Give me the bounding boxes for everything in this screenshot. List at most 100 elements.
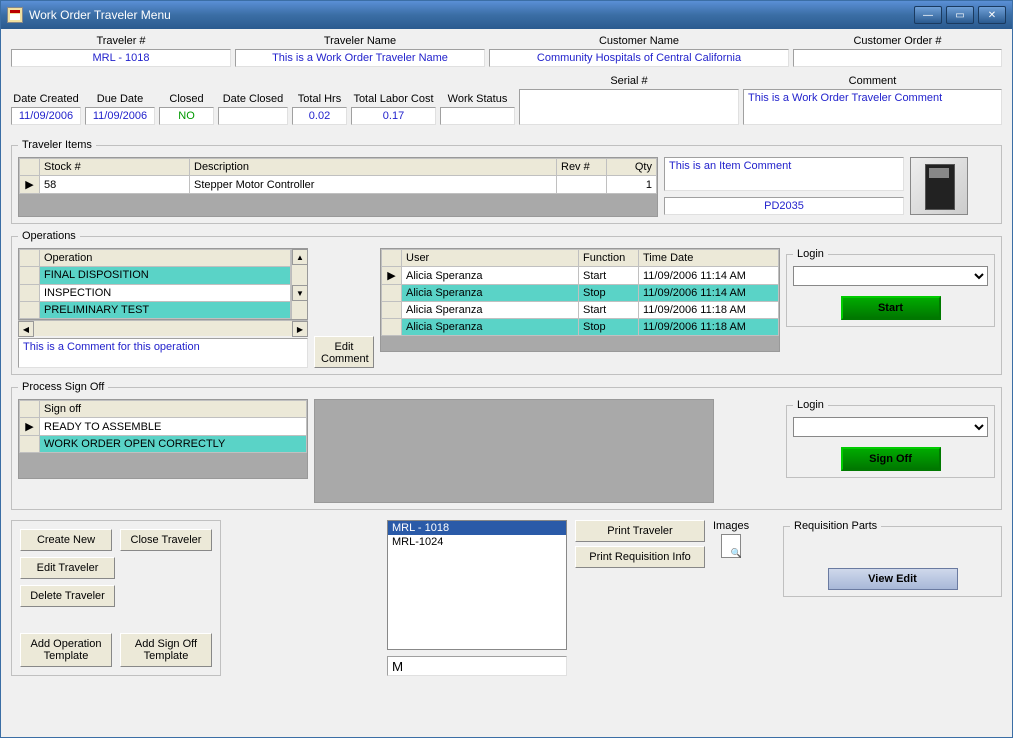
signoff-grid[interactable]: Sign off ▶READY TO ASSEMBLE WORK ORDER O… bbox=[18, 399, 308, 479]
work-status-field bbox=[440, 107, 515, 125]
total-hrs-field: 0.02 bbox=[292, 107, 347, 125]
start-button[interactable]: Start bbox=[841, 296, 941, 320]
comment-field: This is a Work Order Traveler Comment bbox=[743, 89, 1002, 125]
traveler-num-label: Traveler # bbox=[96, 35, 145, 47]
list-item[interactable]: MRL - 1018 bbox=[388, 521, 566, 535]
window-title: Work Order Traveler Menu bbox=[29, 8, 910, 22]
scroll-right-icon[interactable]: ▶ bbox=[292, 321, 308, 337]
titlebar: Work Order Traveler Menu — ▭ ✕ bbox=[1, 1, 1012, 29]
create-new-button[interactable]: Create New bbox=[20, 529, 112, 551]
items-grid[interactable]: Stock # Description Rev # Qty ▶ 58 Stepp… bbox=[18, 157, 658, 217]
oplog-row[interactable]: Alicia SperanzaStop11/09/2006 11:14 AM bbox=[382, 285, 779, 302]
row-indicator-icon: ▶ bbox=[20, 176, 40, 194]
traveler-items-group: Traveler Items Stock # Description Rev #… bbox=[11, 139, 1002, 224]
oplog-col-function[interactable]: Function bbox=[579, 250, 639, 267]
closed-field: NO bbox=[159, 107, 214, 125]
requisition-parts-group: Requisition Parts View Edit bbox=[783, 520, 1002, 597]
minimize-button[interactable]: — bbox=[914, 6, 942, 24]
delete-traveler-button[interactable]: Delete Traveler bbox=[20, 585, 115, 607]
operation-row[interactable]: FINAL DISPOSITION bbox=[20, 267, 291, 284]
signoff-login-combo[interactable] bbox=[793, 417, 988, 437]
traveler-items-legend: Traveler Items bbox=[18, 139, 96, 151]
signoff-legend: Process Sign Off bbox=[18, 381, 108, 393]
print-traveler-button[interactable]: Print Traveler bbox=[575, 520, 705, 542]
due-date-label: Due Date bbox=[97, 93, 143, 105]
operations-login-group: Login Start bbox=[786, 248, 995, 327]
app-icon bbox=[7, 7, 23, 23]
signoff-login-group: Login Sign Off bbox=[786, 399, 995, 478]
total-labor-cost-label: Total Labor Cost bbox=[353, 93, 433, 105]
items-col-qty[interactable]: Qty bbox=[607, 159, 657, 176]
edit-comment-button[interactable]: Edit Comment bbox=[314, 336, 374, 368]
close-traveler-button[interactable]: Close Traveler bbox=[120, 529, 212, 551]
closed-label: Closed bbox=[169, 93, 203, 105]
customer-order-label: Customer Order # bbox=[853, 35, 941, 47]
serial-label: Serial # bbox=[610, 75, 647, 87]
operations-scrollbar[interactable]: ▲ ▼ bbox=[291, 249, 307, 319]
images-thumb-icon[interactable]: 🔍 bbox=[721, 534, 741, 558]
signoff-login-legend: Login bbox=[793, 399, 828, 411]
app-window: Work Order Traveler Menu — ▭ ✕ Traveler … bbox=[0, 0, 1013, 738]
signoff-button[interactable]: Sign Off bbox=[841, 447, 941, 471]
items-col-desc[interactable]: Description bbox=[190, 159, 557, 176]
scroll-up-icon[interactable]: ▲ bbox=[292, 249, 308, 265]
traveler-num-field: MRL - 1018 bbox=[11, 49, 231, 67]
oplog-row[interactable]: Alicia SperanzaStart11/09/2006 11:18 AM bbox=[382, 302, 779, 319]
requisition-parts-legend: Requisition Parts bbox=[790, 520, 881, 532]
customer-name-label: Customer Name bbox=[599, 35, 679, 47]
list-item[interactable]: MRL-1024 bbox=[388, 535, 566, 549]
oplog-col-user[interactable]: User bbox=[402, 250, 579, 267]
view-edit-button[interactable]: View Edit bbox=[828, 568, 958, 590]
oplog-col-timedate[interactable]: Time Date bbox=[639, 250, 779, 267]
serial-field bbox=[519, 89, 739, 125]
date-created-label: Date Created bbox=[13, 93, 78, 105]
oplog-row[interactable]: ▶Alicia SperanzaStart11/09/2006 11:14 AM bbox=[382, 267, 779, 285]
traveler-listbox[interactable]: MRL - 1018 MRL-1024 bbox=[387, 520, 567, 650]
operations-login-combo[interactable] bbox=[793, 266, 988, 286]
operation-row[interactable]: INSPECTION bbox=[20, 284, 291, 301]
customer-name-field: Community Hospitals of Central Californi… bbox=[489, 49, 789, 67]
date-closed-label: Date Closed bbox=[223, 93, 284, 105]
customer-order-field bbox=[793, 49, 1002, 67]
items-row[interactable]: ▶ 58 Stepper Motor Controller 1 bbox=[20, 176, 657, 194]
items-col-stock[interactable]: Stock # bbox=[40, 159, 190, 176]
maximize-button[interactable]: ▭ bbox=[946, 6, 974, 24]
date-closed-field bbox=[218, 107, 288, 125]
operations-list[interactable]: Operation FINAL DISPOSITION INSPECTION P… bbox=[18, 248, 308, 320]
scroll-left-icon[interactable]: ◀ bbox=[18, 321, 34, 337]
date-created-field: 11/09/2006 bbox=[11, 107, 81, 125]
traveler-name-field: This is a Work Order Traveler Name bbox=[235, 49, 485, 67]
work-status-label: Work Status bbox=[448, 93, 508, 105]
signoff-col[interactable]: Sign off bbox=[40, 401, 307, 418]
content-area: Traveler # MRL - 1018 Traveler Name This… bbox=[1, 29, 1012, 737]
signoff-row[interactable]: WORK ORDER OPEN CORRECTLY bbox=[20, 436, 307, 453]
operations-hscroll[interactable]: ◀ ▶ bbox=[18, 320, 308, 336]
operations-legend: Operations bbox=[18, 230, 80, 242]
filter-input[interactable] bbox=[387, 656, 567, 676]
item-thumbnail[interactable] bbox=[910, 157, 968, 215]
operation-log-grid[interactable]: User Function Time Date ▶Alicia Speranza… bbox=[380, 248, 780, 352]
print-req-info-button[interactable]: Print Requisition Info bbox=[575, 546, 705, 568]
traveler-name-label: Traveler Name bbox=[324, 35, 396, 47]
scroll-down-icon[interactable]: ▼ bbox=[292, 285, 308, 301]
operations-col[interactable]: Operation bbox=[40, 250, 291, 267]
item-partnum-field: PD2035 bbox=[664, 197, 904, 215]
operation-row[interactable]: PRELIMINARY TEST bbox=[20, 301, 291, 318]
close-button[interactable]: ✕ bbox=[978, 6, 1006, 24]
oplog-row[interactable]: Alicia SperanzaStop11/09/2006 11:18 AM bbox=[382, 319, 779, 336]
operation-comment-field: This is a Comment for this operation bbox=[18, 338, 308, 368]
item-comment-field: This is an Item Comment bbox=[664, 157, 904, 191]
operations-login-legend: Login bbox=[793, 248, 828, 260]
signoff-group: Process Sign Off Sign off ▶READY TO ASSE… bbox=[11, 381, 1002, 510]
add-signoff-template-button[interactable]: Add Sign Off Template bbox=[120, 633, 212, 667]
add-op-template-button[interactable]: Add Operation Template bbox=[20, 633, 112, 667]
edit-traveler-button[interactable]: Edit Traveler bbox=[20, 557, 115, 579]
signoff-row[interactable]: ▶READY TO ASSEMBLE bbox=[20, 418, 307, 436]
items-col-rev[interactable]: Rev # bbox=[557, 159, 607, 176]
operations-group: Operations Operation FINAL DISPOSITION I… bbox=[11, 230, 1002, 375]
due-date-field: 11/09/2006 bbox=[85, 107, 155, 125]
total-labor-cost-field: 0.17 bbox=[351, 107, 436, 125]
comment-label: Comment bbox=[849, 75, 897, 87]
total-hrs-label: Total Hrs bbox=[298, 93, 341, 105]
signoff-log-grid[interactable] bbox=[314, 399, 714, 503]
